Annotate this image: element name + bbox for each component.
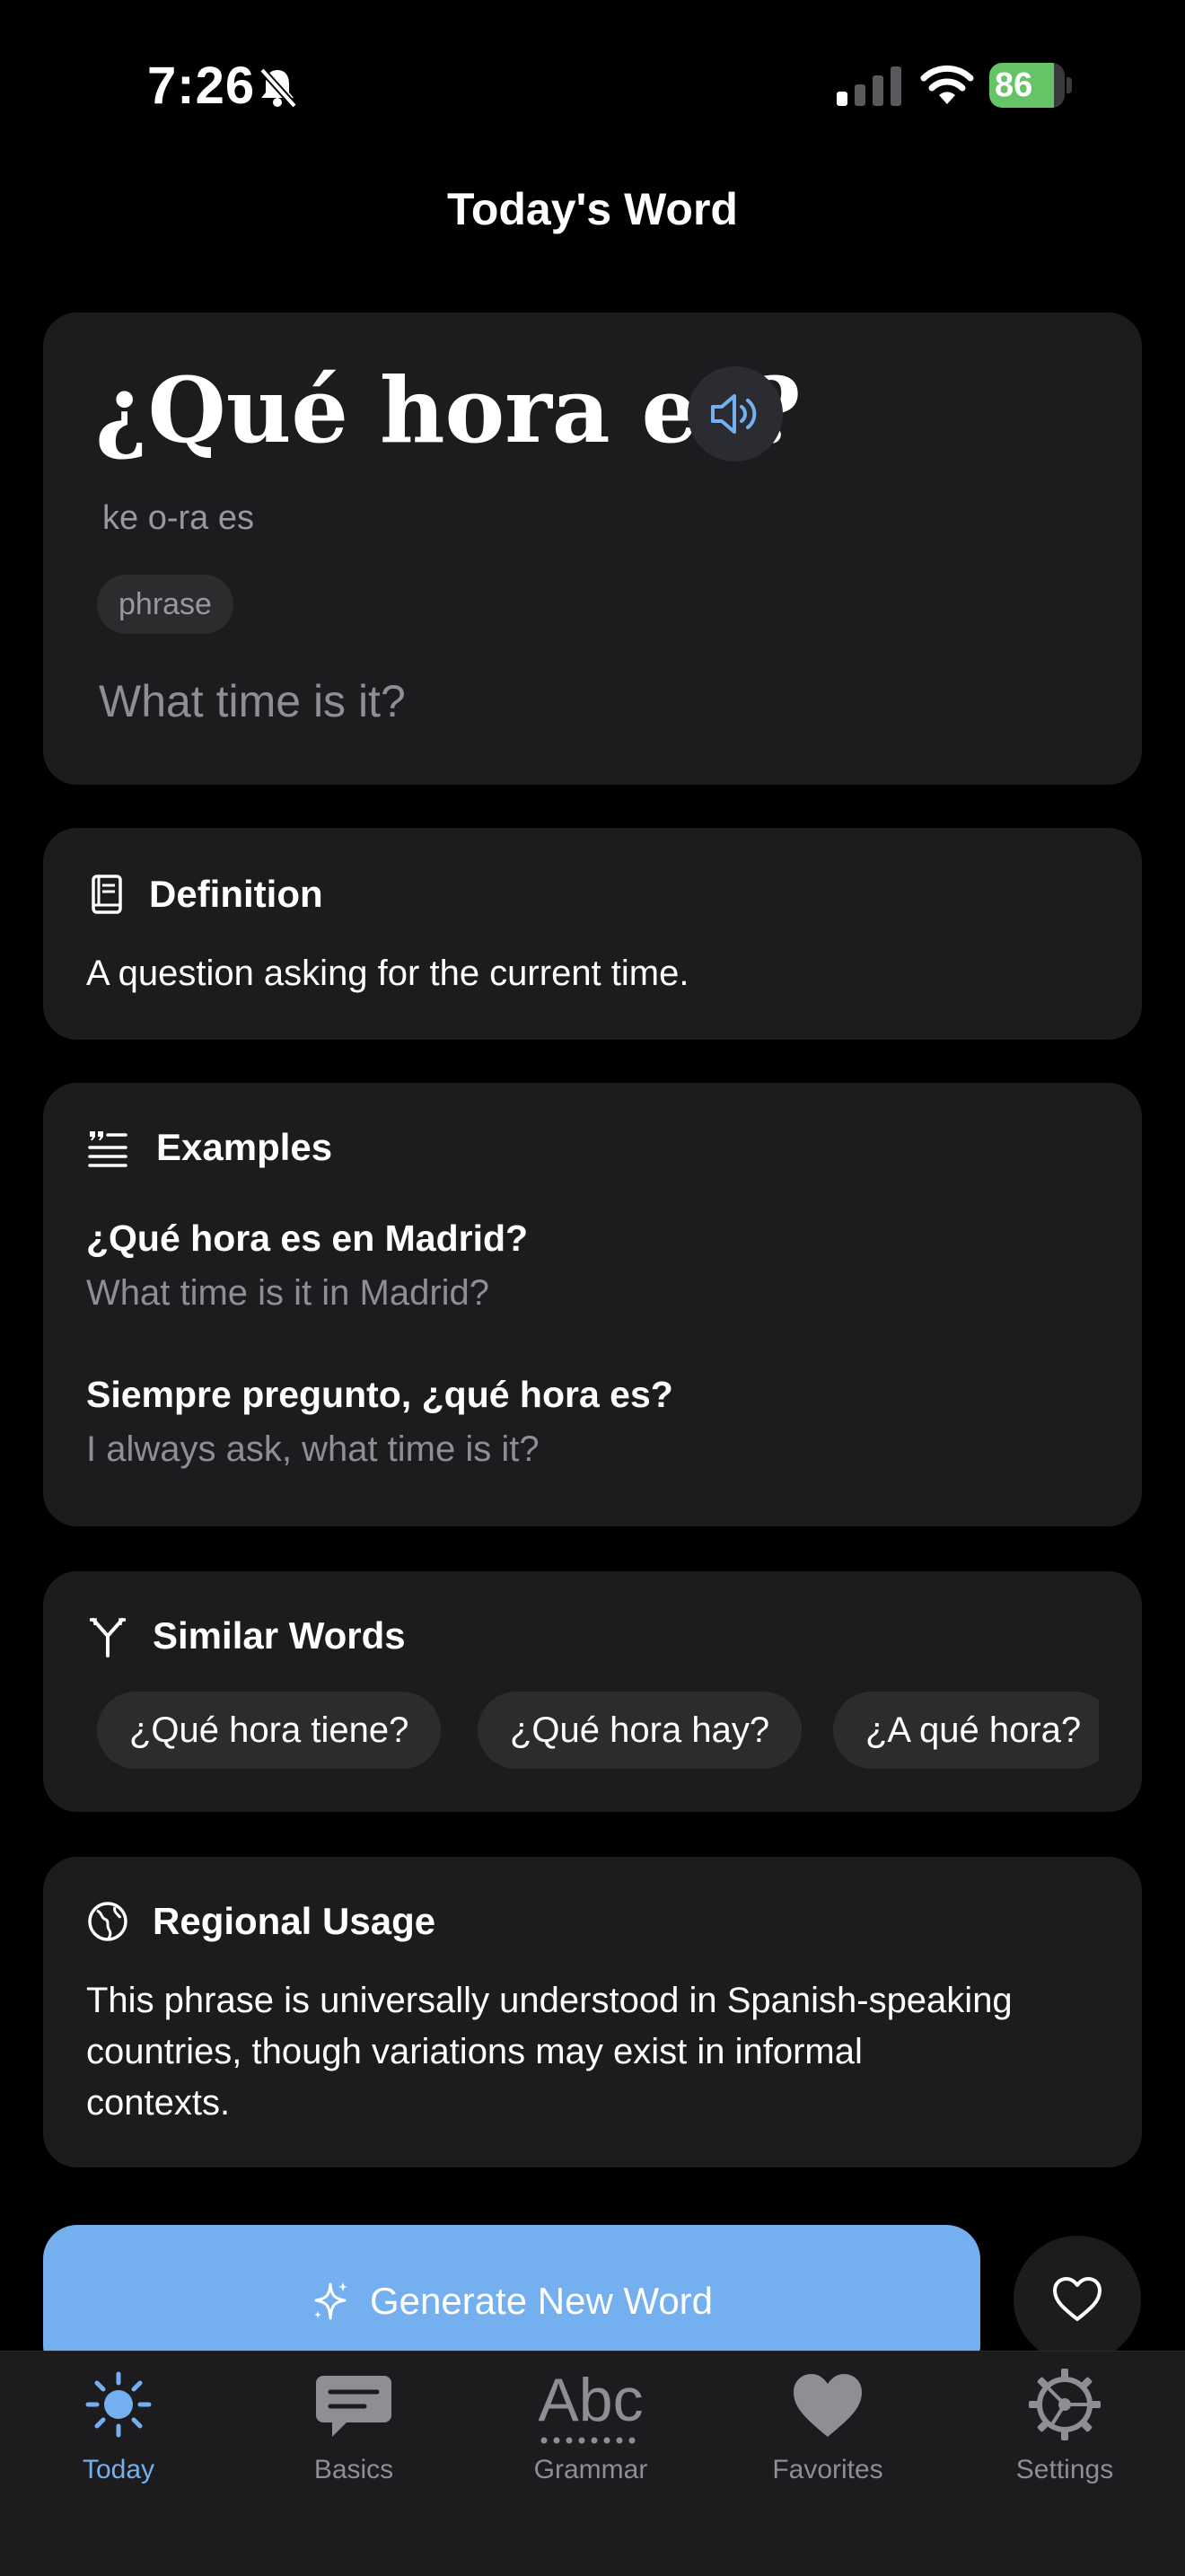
tab-today[interactable]: Today [0, 2361, 237, 2485]
tab-label: Favorites [772, 2455, 883, 2484]
regional-usage-title: Regional Usage [153, 1900, 436, 1942]
gear-icon [1029, 2369, 1101, 2440]
heart-icon [794, 2374, 862, 2437]
wifi-icon [920, 65, 974, 104]
similar-word-chip[interactable]: ¿Qué hora tiene? [97, 1692, 442, 1769]
tab-label: Basics [313, 2455, 394, 2484]
tab-label: Today [82, 2455, 155, 2484]
translation: What time is it? [99, 676, 406, 726]
sparkles-icon [313, 2282, 347, 2320]
similar-words-title: Similar Words [153, 1614, 406, 1657]
example-spanish: Siempre pregunto, ¿qué hora es? [86, 1374, 673, 1415]
globe-icon [88, 1902, 127, 1941]
example-english: What time is it in Madrid? [86, 1273, 490, 1313]
favorite-button[interactable] [1014, 2236, 1141, 2363]
svg-text:Abc: Abc [538, 2366, 643, 2434]
tab-basics[interactable]: Basics [235, 2361, 472, 2485]
pronounce-button[interactable] [688, 366, 783, 462]
regional-usage-line: countries, though variations may exist i… [86, 2032, 863, 2071]
cellular-signal-icon [837, 66, 901, 106]
definition-title: Definition [149, 873, 323, 915]
branch-split-icon [90, 1618, 126, 1657]
speaker-icon [711, 394, 757, 434]
tab-grammar[interactable]: Abc Grammar [472, 2361, 709, 2485]
heart-outline-icon [1053, 2277, 1102, 2321]
examples-title: Examples [156, 1126, 333, 1168]
bell-slash-icon [259, 67, 297, 109]
book-icon [92, 875, 122, 914]
tab-favorites[interactable]: Favorites [709, 2361, 946, 2485]
definition-text: A question asking for the current time. [86, 954, 689, 993]
similar-word-chip[interactable]: ¿A qué hora? [833, 1692, 1099, 1769]
battery-indicator: 86 [989, 63, 1072, 108]
pronunciation: ke o-ra es [102, 499, 254, 537]
part-of-speech-badge: phrase [97, 575, 233, 634]
abc-icon: Abc [538, 2366, 644, 2444]
quote-list-icon [88, 1131, 127, 1167]
tab-label: Grammar [533, 2455, 648, 2484]
page-title: Today's Word [447, 184, 738, 234]
regional-usage-line: This phrase is universally understood in… [86, 1981, 1013, 2020]
sun-icon [85, 2371, 152, 2438]
status-time: 7:26 [147, 57, 256, 115]
tab-settings[interactable]: Settings [946, 2361, 1183, 2485]
example-english: I always ask, what time is it? [86, 1429, 540, 1469]
example-spanish: ¿Qué hora es en Madrid? [86, 1218, 529, 1259]
definition-card [43, 828, 1142, 1040]
regional-usage-text: This phrase is universally understood in… [86, 1975, 1013, 2129]
similar-word-chip[interactable]: ¿Qué hora hay? [478, 1692, 803, 1769]
tab-label: Settings [1015, 2455, 1114, 2484]
chat-bubble-icon [316, 2376, 391, 2437]
battery-percent: 86 [995, 66, 1033, 104]
generate-button-label: Generate New Word [369, 2280, 714, 2322]
regional-usage-line: contexts. [86, 2083, 231, 2123]
